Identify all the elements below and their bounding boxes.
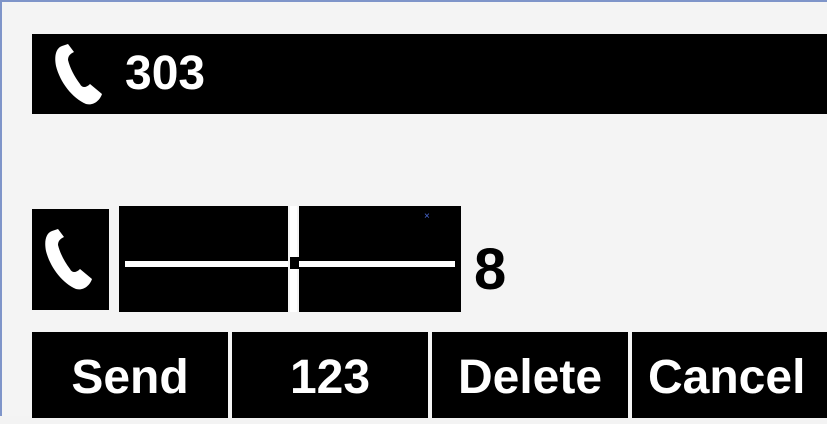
phone-handset-icon: [45, 229, 92, 290]
call-number: 303: [125, 47, 206, 100]
dial-input-field[interactable]: ×: [119, 206, 461, 312]
dial-line-indicator: [32, 209, 109, 310]
text-cursor: [290, 257, 299, 269]
delete-button[interactable]: Delete: [432, 332, 628, 418]
phone-handset-icon: [55, 44, 102, 105]
cursor-marker-icon: ×: [424, 211, 430, 222]
call-header-bar: 303: [32, 34, 827, 114]
input-mode-button[interactable]: 123: [232, 332, 428, 418]
cancel-button[interactable]: Cancel: [632, 332, 827, 418]
input-segment-left: [119, 206, 288, 312]
send-button[interactable]: Send: [32, 332, 228, 418]
phone-screen: 303 × 8 Send 123 Delete Cancel: [0, 0, 827, 418]
typed-digit: 8: [474, 237, 507, 302]
input-underline: [125, 261, 288, 267]
input-segment-right: [299, 206, 461, 312]
input-underline: [299, 261, 455, 267]
